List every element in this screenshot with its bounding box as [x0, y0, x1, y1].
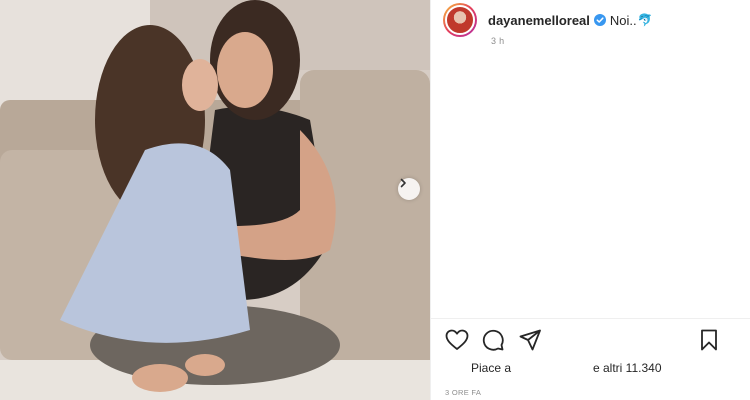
- avatar[interactable]: [443, 3, 477, 37]
- avatar-image: [445, 5, 475, 35]
- carousel-next-button[interactable]: [398, 178, 420, 200]
- bookmark-outline-icon: [701, 329, 717, 351]
- post-timestamp[interactable]: 3 ORE FA: [445, 388, 481, 397]
- save-button[interactable]: [697, 328, 721, 352]
- post-actions: [445, 328, 740, 352]
- post-header: dayanemelloreal Noi.. 🐬: [443, 2, 653, 38]
- chevron-right-icon: [400, 178, 406, 188]
- like-button[interactable]: [445, 328, 469, 352]
- username-link[interactable]: dayanemelloreal: [488, 13, 590, 28]
- dolphin-emoji: 🐬: [637, 13, 653, 27]
- post-side-panel: dayanemelloreal Noi.. 🐬 3 h Piace a e al…: [430, 0, 750, 400]
- verified-badge-icon: [593, 14, 606, 26]
- comment-button[interactable]: [481, 328, 505, 352]
- post-photo[interactable]: [0, 0, 430, 400]
- divider: [431, 318, 750, 319]
- comment-bubble-icon: [482, 329, 504, 351]
- paper-plane-icon: [519, 329, 541, 351]
- likes-summary[interactable]: Piace a e altri 11.340: [471, 361, 741, 377]
- caption-time: 3 h: [491, 36, 505, 46]
- heart-outline-icon: [445, 329, 469, 350]
- post-caption: Noi..: [609, 12, 637, 28]
- photo-illustration: [0, 0, 430, 400]
- likes-prefix: Piace a: [471, 361, 512, 375]
- likes-count[interactable]: e altri 11.340: [593, 361, 662, 375]
- share-button[interactable]: [518, 328, 542, 352]
